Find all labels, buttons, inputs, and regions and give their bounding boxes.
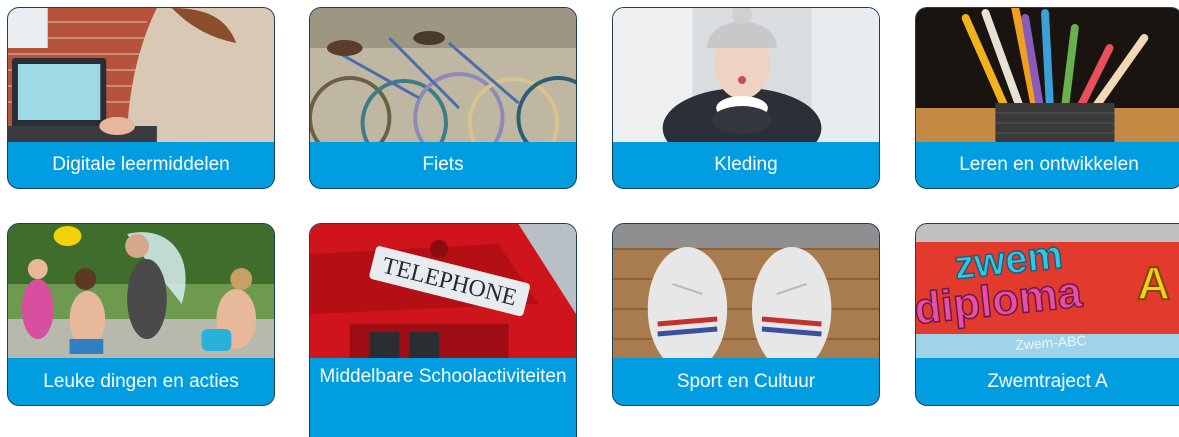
tile-label: Digitale leermiddelen <box>52 154 230 175</box>
tile-label: Fiets <box>422 154 464 175</box>
tile-label: Leuke dingen en acties <box>43 370 239 392</box>
pencils-in-holder-image <box>916 8 1179 142</box>
sneakers-on-floor-image <box>613 224 879 358</box>
tile-label: Zwemtraject A <box>987 370 1108 392</box>
tile-leren-en-ontwikkelen[interactable]: Leren en ontwikkelen <box>915 7 1179 189</box>
girl-blowing-snow-image <box>613 8 879 142</box>
tile-kleding[interactable]: Kleding <box>612 7 880 189</box>
tile-label: Middelbare Schoolactiviteiten <box>319 366 567 387</box>
tile-fiets[interactable]: Fiets <box>309 7 577 189</box>
tile-digitale-leermiddelen[interactable]: Digitale leermiddelen <box>7 7 275 189</box>
bicycles-image <box>310 8 576 142</box>
tile-label: Sport en Cultuur <box>676 370 816 392</box>
telephone-booth-image: TELEPHONE <box>310 224 576 358</box>
tile-label: Leren en ontwikkelen <box>959 154 1139 175</box>
tile-label: Kleding <box>714 154 778 175</box>
swim-letter: A <box>1137 257 1170 309</box>
tile-leuke-dingen-en-acties[interactable]: Leuke dingen en acties <box>7 223 275 406</box>
tile-zwemtraject-a[interactable]: zwem diploma A Zwem-ABC Zwemtraject A <box>915 223 1179 406</box>
tile-sport-en-cultuur[interactable]: Sport en Cultuur <box>612 223 880 406</box>
swim-diploma-book-image: zwem diploma A Zwem-ABC <box>916 224 1179 358</box>
children-water-play-image <box>8 224 274 358</box>
person-with-laptop-image <box>8 8 274 142</box>
tile-middelbare-schoolactiviteiten[interactable]: TELEPHONE Middelbare Schoolactiviteiten <box>309 223 577 437</box>
